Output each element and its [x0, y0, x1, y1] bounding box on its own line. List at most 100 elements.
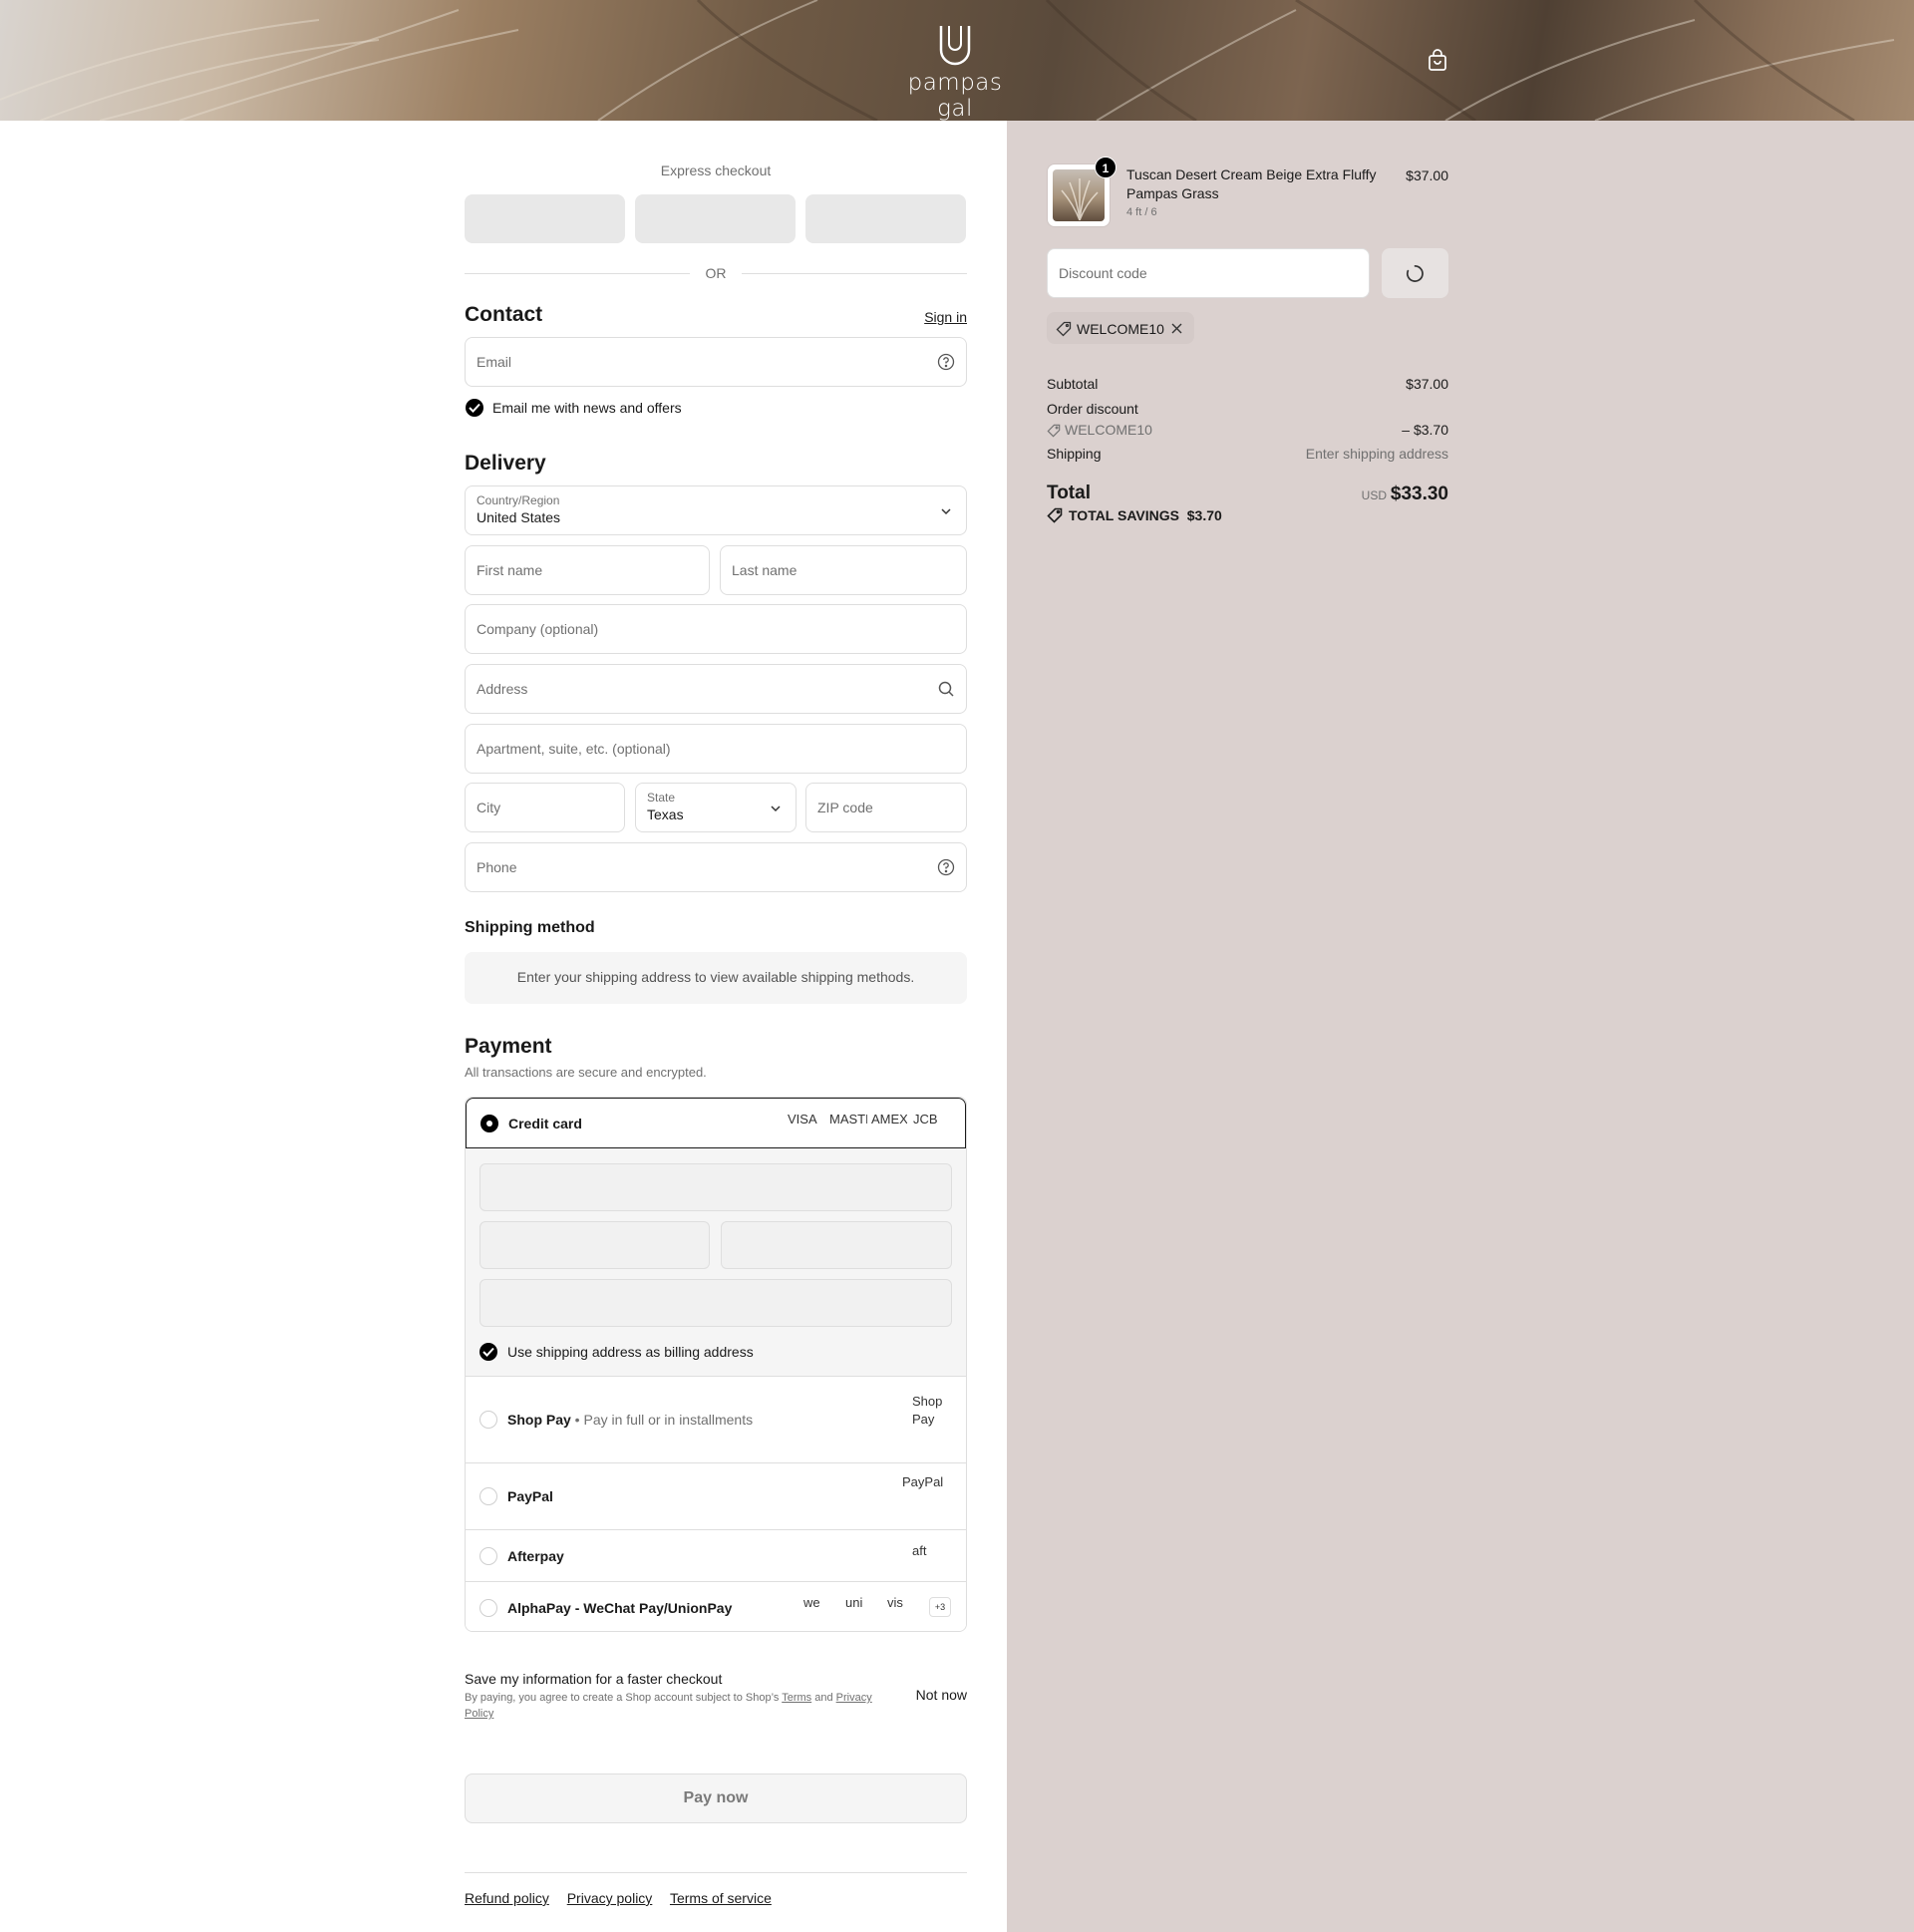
close-icon[interactable]: [1171, 323, 1182, 334]
terms-of-service-link[interactable]: Terms of service: [670, 1890, 772, 1906]
amex-logo: AMEX: [871, 1112, 907, 1127]
paypal-logo: PayPal: [902, 1474, 944, 1489]
last-name-field[interactable]: Last name: [720, 545, 967, 595]
afterpay-option[interactable]: Afterpay aft: [466, 1529, 966, 1581]
country-select[interactable]: Country/Region United States: [465, 485, 967, 535]
logo-mark-icon: [939, 26, 971, 66]
refund-policy-link[interactable]: Refund policy: [465, 1890, 549, 1906]
shipping-method-notice: Enter your shipping address to view avai…: [465, 952, 967, 1004]
shop-terms-link[interactable]: Terms: [782, 1692, 811, 1704]
apartment-field[interactable]: Apartment, suite, etc. (optional): [465, 724, 967, 774]
paypal-label: PayPal: [507, 1488, 553, 1504]
header-banner: pampas gal: [0, 0, 1914, 121]
brand-logo[interactable]: pampas gal: [890, 22, 1020, 121]
jcb-logo: JCB: [913, 1112, 938, 1127]
card-cvv-field[interactable]: [721, 1221, 952, 1269]
billing-same-label: Use shipping address as billing address: [507, 1344, 754, 1360]
quantity-badge: 1: [1095, 157, 1116, 178]
order-discount-row: Order discount: [1047, 401, 1138, 417]
chevron-down-icon: [771, 805, 781, 812]
brand-name: pampas gal: [907, 70, 1003, 121]
footer-links: Refund policy Privacy policy Terms of se…: [465, 1890, 786, 1906]
shipping-row: Shipping Enter shipping address: [1047, 446, 1448, 462]
question-circle-icon[interactable]: [937, 353, 955, 371]
shopping-bag-icon[interactable]: [1426, 49, 1449, 73]
question-circle-icon[interactable]: [937, 858, 955, 876]
city-field[interactable]: City: [465, 783, 625, 832]
shop-pay-option[interactable]: Shop Pay • Pay in full or in installment…: [466, 1376, 966, 1462]
not-now-button[interactable]: Not now: [916, 1687, 967, 1703]
first-name-field[interactable]: First name: [465, 545, 710, 595]
product-price: $37.00: [1406, 167, 1448, 183]
search-icon: [938, 681, 954, 697]
tag-icon: [1056, 321, 1072, 337]
privacy-policy-link[interactable]: Privacy policy: [567, 1890, 653, 1906]
order-summary-panel: [1007, 121, 1914, 1932]
express-pay-button-2[interactable]: [635, 194, 796, 243]
credit-card-option[interactable]: Credit card VISA MASTER AMEX JCB: [466, 1098, 966, 1148]
apply-discount-button[interactable]: [1382, 248, 1448, 298]
discount-code-row: WELCOME10 – $3.70: [1047, 422, 1448, 438]
shop-pay-label: Shop Pay • Pay in full or in installment…: [507, 1412, 754, 1428]
credit-card-form: Use shipping address as billing address: [466, 1148, 966, 1376]
save-info-title: Save my information for a faster checkou…: [465, 1671, 723, 1687]
pampas-image: [1061, 178, 1099, 220]
credit-card-radio[interactable]: [480, 1115, 498, 1132]
address-field[interactable]: Address: [465, 664, 967, 714]
email-field[interactable]: Email: [465, 337, 967, 387]
billing-same-checkbox[interactable]: [479, 1343, 497, 1361]
card-number-field[interactable]: [479, 1163, 952, 1211]
product-name: Tuscan Desert Cream Beige Extra Fluffy P…: [1126, 166, 1377, 201]
visa-logo: VISA: [788, 1112, 817, 1127]
more-methods-badge: +3: [929, 1597, 951, 1617]
afterpay-logo: aft: [912, 1543, 927, 1558]
subtotal-row: Subtotal $37.00: [1047, 376, 1448, 392]
tag-icon: [1047, 507, 1063, 523]
card-name-field[interactable]: [479, 1279, 952, 1327]
contact-heading: Contact: [465, 303, 543, 326]
express-pay-button-1[interactable]: [465, 194, 625, 243]
alphapay-radio[interactable]: [479, 1599, 497, 1617]
tag-icon: [1047, 424, 1061, 438]
phone-field[interactable]: Phone: [465, 842, 967, 892]
shop-pay-logo: Shop Pay: [912, 1394, 943, 1427]
unionpay-logo: uni: [845, 1595, 863, 1610]
delivery-heading: Delivery: [465, 452, 546, 475]
discount-code-field[interactable]: Discount code: [1047, 248, 1370, 298]
state-select[interactable]: State Texas: [635, 783, 797, 832]
chevron-down-icon: [941, 508, 951, 515]
express-pay-button-3[interactable]: [805, 194, 966, 243]
check-icon: [482, 1347, 494, 1357]
product-variant: 4 ft / 6: [1126, 206, 1157, 218]
news-checkbox[interactable]: [466, 399, 483, 417]
alphapay-label: AlphaPay - WeChat Pay/UnionPay: [507, 1600, 733, 1616]
footer-divider: [465, 1872, 967, 1873]
afterpay-radio[interactable]: [479, 1547, 497, 1565]
mastercard-logo: MASTER: [829, 1112, 867, 1127]
credit-card-label: Credit card: [508, 1116, 582, 1131]
express-checkout-title: Express checkout: [660, 162, 772, 178]
company-field[interactable]: Company (optional): [465, 604, 967, 654]
shop-pay-radio[interactable]: [479, 1411, 497, 1429]
alphapay-option[interactable]: AlphaPay - WeChat Pay/UnionPay we uni vi…: [466, 1581, 966, 1631]
total-savings: TOTAL SAVINGS $3.70: [1047, 507, 1222, 523]
paypal-option[interactable]: PayPal PayPal: [466, 1462, 966, 1529]
news-checkbox-label: Email me with news and offers: [492, 400, 682, 416]
or-divider: OR: [465, 263, 967, 283]
wechat-pay-logo: we: [803, 1595, 820, 1610]
spinner-icon: [1406, 265, 1424, 282]
payment-subtitle: All transactions are secure and encrypte…: [465, 1065, 707, 1080]
applied-discount-tag: WELCOME10: [1047, 312, 1194, 344]
paypal-radio[interactable]: [479, 1487, 497, 1505]
afterpay-label: Afterpay: [507, 1548, 564, 1564]
card-expiry-field[interactable]: [479, 1221, 710, 1269]
save-info-terms: By paying, you agree to create a Shop ac…: [465, 1692, 872, 1720]
payment-methods: Credit card VISA MASTER AMEX JCB Use shi…: [465, 1097, 967, 1632]
visa-logo-alt: vis: [887, 1595, 903, 1610]
zip-field[interactable]: ZIP code: [805, 783, 967, 832]
total-row: Total USD $33.30: [1047, 483, 1448, 504]
pay-now-button[interactable]: Pay now: [465, 1773, 967, 1823]
payment-heading: Payment: [465, 1035, 552, 1058]
check-icon: [469, 403, 480, 413]
sign-in-link[interactable]: Sign in: [924, 309, 967, 325]
